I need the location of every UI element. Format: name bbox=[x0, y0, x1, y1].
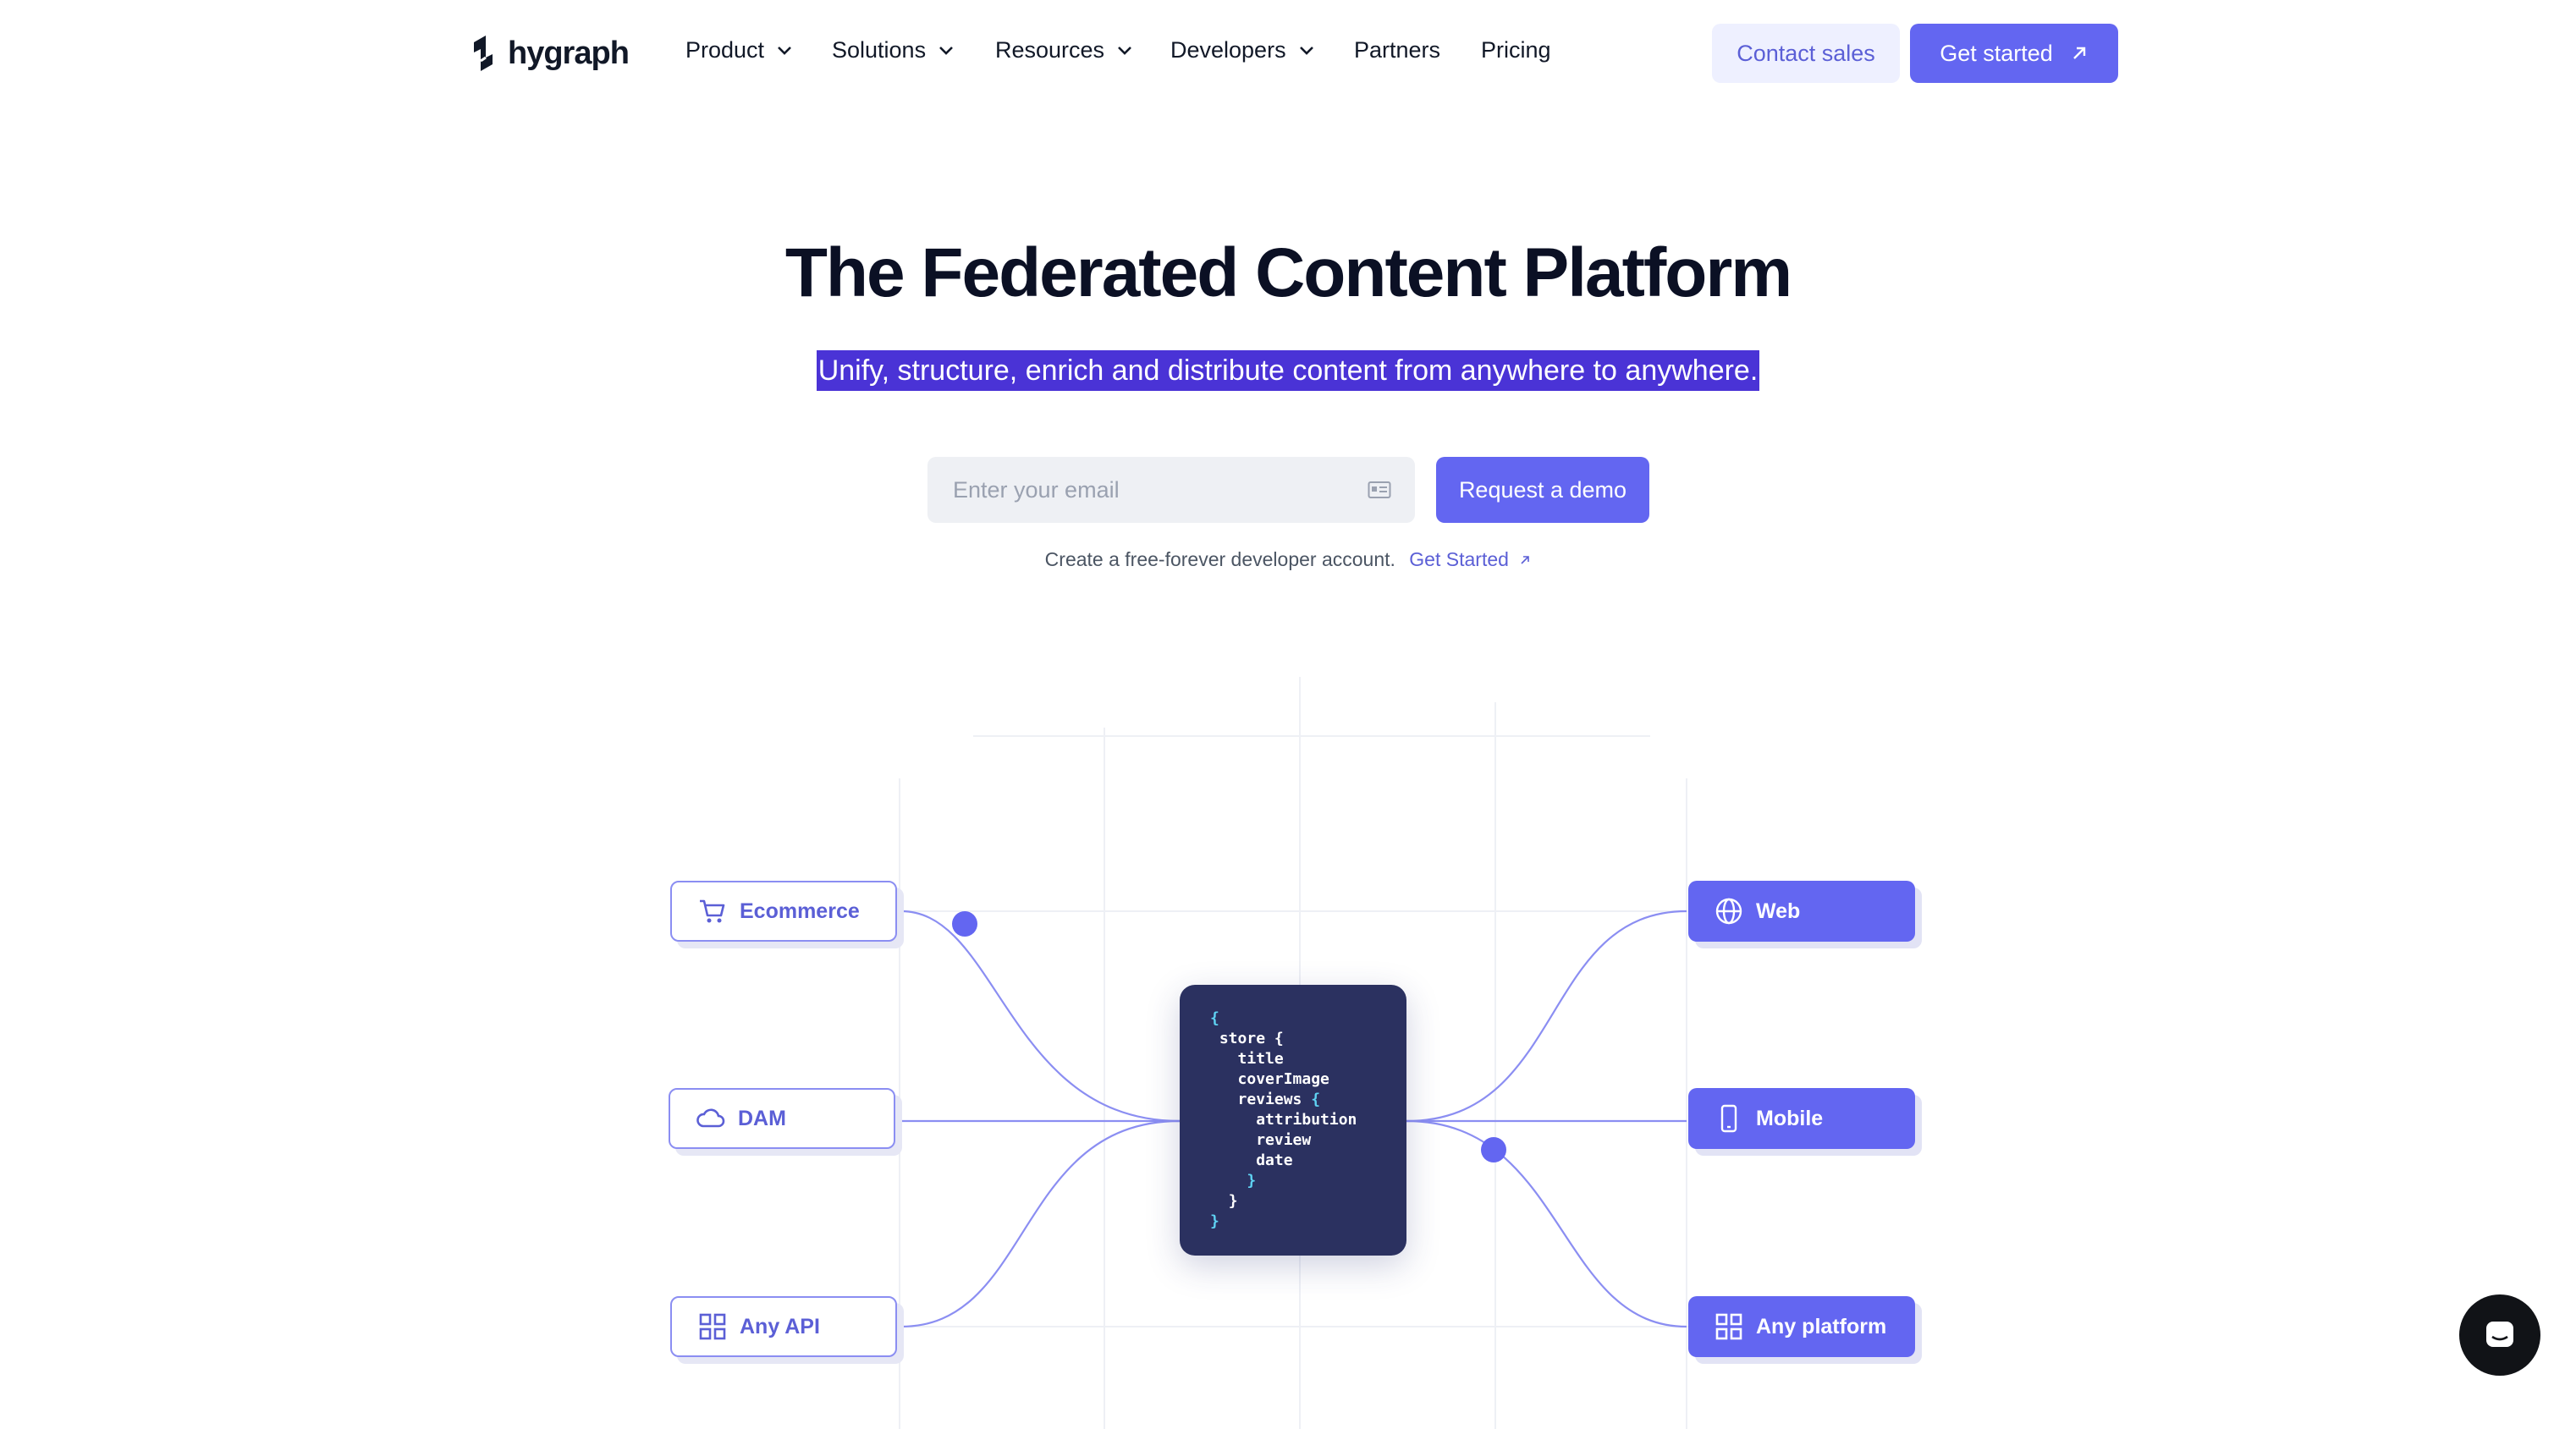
chat-launcher-button[interactable] bbox=[2459, 1294, 2540, 1376]
signup-note: Create a free-forever developer account.… bbox=[0, 548, 2576, 571]
get-started-link-label: Get Started bbox=[1409, 548, 1509, 570]
globe-icon bbox=[1715, 898, 1742, 925]
hero-subtitle: Unify, structure, enrich and distribute … bbox=[816, 350, 1760, 391]
source-node-any-api: Any API bbox=[670, 1296, 897, 1357]
chevron-down-icon bbox=[778, 46, 791, 55]
code-line: } bbox=[1228, 1192, 1238, 1210]
nav-solutions[interactable]: Solutions bbox=[832, 37, 955, 63]
code-line: } bbox=[1210, 1212, 1219, 1230]
request-demo-button[interactable]: Request a demo bbox=[1436, 457, 1649, 523]
get-started-label: Get started bbox=[1940, 40, 2053, 66]
nav-product-label: Product bbox=[685, 37, 765, 63]
arrow-up-right-icon bbox=[2072, 47, 2085, 59]
contact-sales-label: Contact sales bbox=[1737, 40, 1875, 66]
code-line: title bbox=[1237, 1050, 1284, 1068]
hero-title: The Federated Content Platform bbox=[784, 234, 1792, 311]
destination-label: Web bbox=[1756, 899, 1801, 923]
nav-solutions-label: Solutions bbox=[832, 37, 927, 63]
code-line: store { bbox=[1219, 1030, 1284, 1047]
destination-node-web: Web bbox=[1688, 881, 1915, 942]
get-started-link[interactable]: Get Started bbox=[1409, 548, 1531, 570]
source-node-ecommerce: Ecommerce bbox=[670, 881, 897, 942]
code-line: { bbox=[1210, 1009, 1219, 1027]
nav-developers[interactable]: Developers bbox=[1170, 37, 1315, 63]
cart-icon bbox=[700, 899, 725, 923]
grid-icon bbox=[699, 1313, 726, 1340]
nav-developers-label: Developers bbox=[1170, 37, 1286, 63]
source-label: DAM bbox=[738, 1106, 786, 1130]
email-input[interactable] bbox=[951, 475, 1344, 504]
destination-label: Any platform bbox=[1756, 1314, 1887, 1338]
chevron-down-icon bbox=[1118, 46, 1131, 55]
request-demo-label: Request a demo bbox=[1458, 476, 1627, 503]
nav-partners[interactable]: Partners bbox=[1354, 37, 1440, 63]
logo-text: hygraph bbox=[508, 35, 630, 71]
code-line: review bbox=[1256, 1131, 1312, 1149]
contact-sales-button[interactable]: Contact sales bbox=[1712, 24, 1900, 83]
source-label: Ecommerce bbox=[740, 899, 860, 923]
chat-icon bbox=[2486, 1322, 2513, 1347]
code-line: reviews { bbox=[1237, 1091, 1321, 1108]
source-label: Any API bbox=[740, 1314, 820, 1338]
code-line: date bbox=[1256, 1151, 1293, 1169]
logo[interactable]: hygraph bbox=[471, 32, 630, 74]
hero-subtitle-wrap: Unify, structure, enrich and distribute … bbox=[0, 350, 2576, 391]
nav-resources[interactable]: Resources bbox=[995, 37, 1133, 63]
flow-dot bbox=[1481, 1137, 1506, 1162]
nav-pricing[interactable]: Pricing bbox=[1481, 37, 1551, 63]
grid-icon bbox=[1715, 1313, 1742, 1340]
chevron-down-icon bbox=[1299, 46, 1313, 55]
destination-node-mobile: Mobile bbox=[1688, 1088, 1915, 1149]
nav-pricing-label: Pricing bbox=[1481, 37, 1551, 63]
code-line: attribution bbox=[1256, 1111, 1357, 1129]
code-line: } bbox=[1247, 1172, 1257, 1190]
nav-product[interactable]: Product bbox=[685, 37, 793, 63]
flow-dot bbox=[952, 911, 977, 937]
graphql-query-card: { store { title coverImage reviews { att… bbox=[1180, 985, 1406, 1256]
destination-node-any-platform: Any platform bbox=[1688, 1296, 1915, 1357]
cloud-icon bbox=[696, 1108, 725, 1128]
email-field[interactable] bbox=[927, 457, 1415, 523]
hygraph-logo-icon bbox=[474, 36, 493, 71]
code-line: coverImage bbox=[1237, 1070, 1329, 1088]
source-node-dam: DAM bbox=[669, 1088, 895, 1149]
mobile-icon bbox=[1720, 1104, 1737, 1133]
nav-partners-label: Partners bbox=[1354, 37, 1441, 63]
chevron-down-icon bbox=[939, 46, 953, 55]
nav-resources-label: Resources bbox=[995, 37, 1105, 63]
arrow-up-right-icon bbox=[1521, 556, 1530, 564]
destination-label: Mobile bbox=[1756, 1106, 1824, 1130]
contact-card-icon bbox=[1368, 481, 1391, 498]
get-started-button[interactable]: Get started bbox=[1910, 24, 2118, 83]
signup-note-text: Create a free-forever developer account. bbox=[1044, 548, 1395, 570]
